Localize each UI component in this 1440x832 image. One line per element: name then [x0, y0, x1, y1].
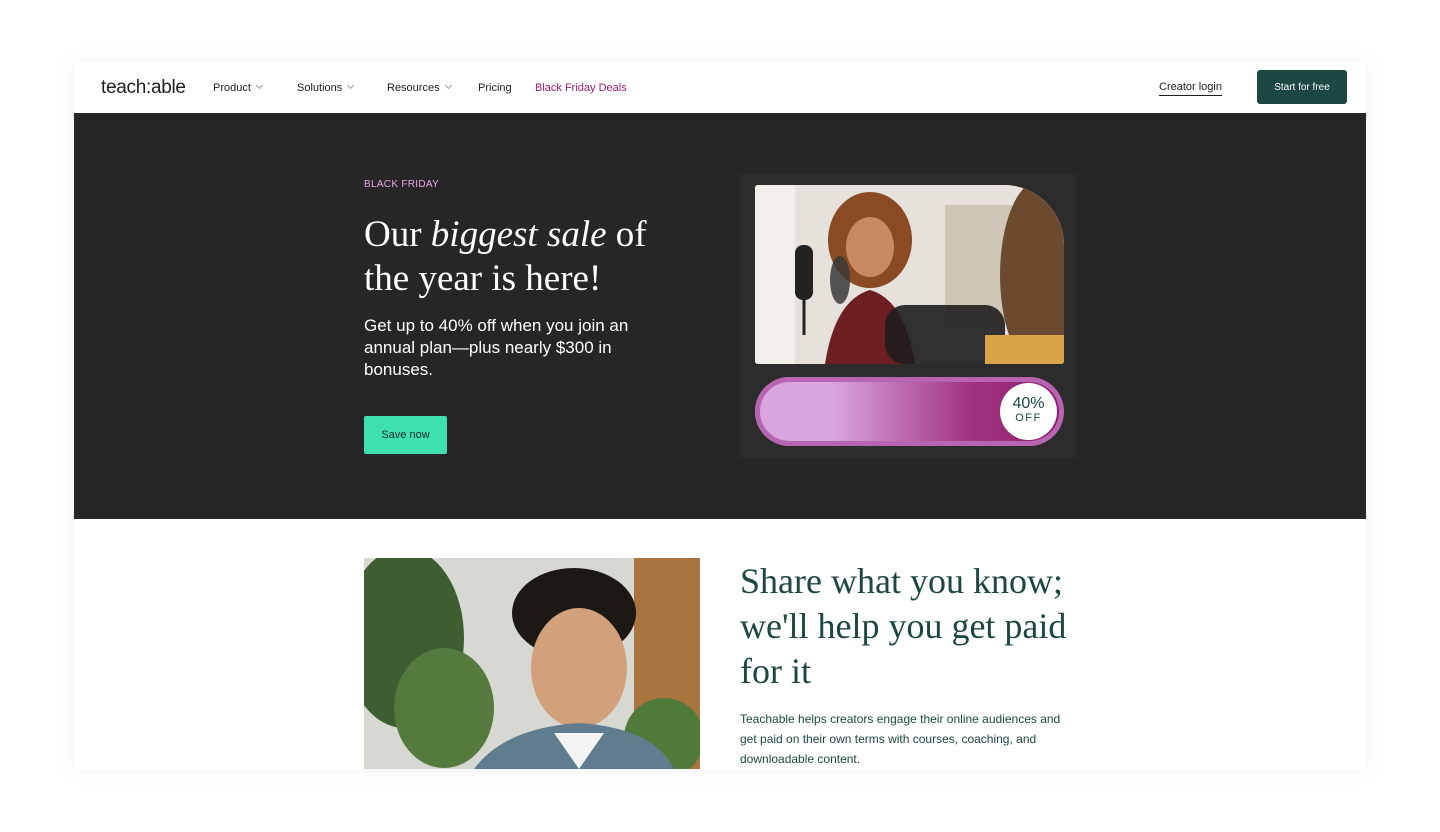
- promo-card: 40% OFF: [740, 174, 1076, 458]
- start-for-free-button[interactable]: Start for free: [1257, 70, 1347, 104]
- nav-resources-label: Resources: [387, 82, 440, 94]
- nav-pricing[interactable]: Pricing: [478, 82, 512, 94]
- creator-login-link[interactable]: Creator login: [1159, 81, 1222, 96]
- nav-solutions-label: Solutions: [297, 82, 343, 94]
- hero-section: BLACK FRIDAY Our biggest sale of the yea…: [74, 113, 1366, 519]
- chevron-down-icon: [444, 81, 452, 90]
- podcast-photo-illustration: [755, 185, 1064, 364]
- creator-photo: [364, 558, 700, 769]
- value-prop-section: Share what you know; we'll help you get …: [74, 519, 1366, 769]
- hero-eyebrow: BLACK FRIDAY: [364, 179, 440, 190]
- hero-title-emphasis: biggest sale: [430, 214, 607, 255]
- hero-title-pre: Our: [364, 214, 431, 255]
- chevron-down-icon: [347, 81, 355, 90]
- page-frame: teach:able Product Solutions Resources P…: [74, 62, 1366, 769]
- discount-badge: 40% OFF: [1000, 383, 1057, 440]
- top-navigation: teach:able Product Solutions Resources P…: [74, 62, 1366, 113]
- value-prop-body: Teachable helps creators engage their on…: [740, 712, 1061, 766]
- nav-resources[interactable]: Resources: [387, 81, 452, 94]
- nav-black-friday-deals[interactable]: Black Friday Deals: [535, 82, 627, 94]
- teachable-logo[interactable]: teach:able: [101, 77, 186, 99]
- discount-off-label: OFF: [1015, 412, 1042, 424]
- podcast-photo: [755, 185, 1064, 364]
- nav-product[interactable]: Product: [213, 81, 263, 94]
- discount-percent: 40%: [1012, 395, 1045, 412]
- value-prop-title: Share what you know; we'll help you get …: [740, 561, 1067, 691]
- hero-subtitle: Get up to 40% off when you join an annua…: [364, 316, 629, 379]
- chevron-down-icon: [255, 81, 263, 90]
- creator-photo-illustration: [364, 558, 700, 769]
- discount-pill: 40% OFF: [755, 377, 1064, 446]
- nav-solutions[interactable]: Solutions: [297, 81, 355, 94]
- save-now-button[interactable]: Save now: [364, 416, 447, 454]
- hero-title: Our biggest sale of the year is here!: [364, 213, 694, 301]
- nav-product-label: Product: [213, 82, 251, 94]
